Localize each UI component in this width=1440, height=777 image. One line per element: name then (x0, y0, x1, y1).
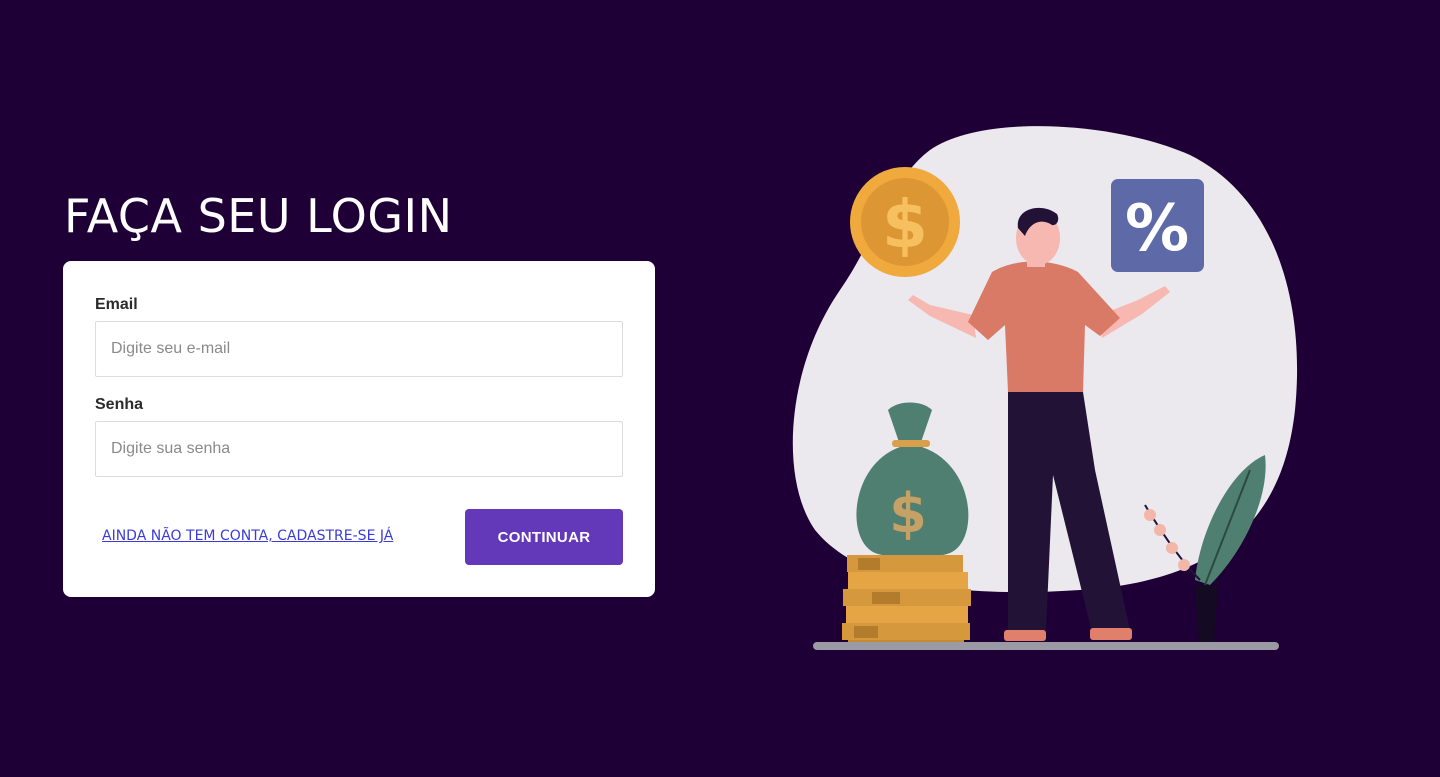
ground-line (813, 642, 1279, 650)
page-title: FAÇA SEU LOGIN (64, 189, 453, 243)
login-page: FAÇA SEU LOGIN Email Senha AINDA NÃO TEM… (0, 0, 1440, 777)
finance-illustration: $ % $ (792, 126, 1298, 650)
password-field[interactable] (95, 421, 623, 477)
bag-symbol: $ (889, 482, 927, 545)
continue-button[interactable]: CONTINUAR (465, 509, 623, 565)
percent-icon: % (1111, 179, 1204, 272)
email-label: Email (95, 296, 138, 313)
coin-symbol: $ (882, 186, 928, 263)
email-field[interactable] (95, 321, 623, 377)
login-card: Email Senha AINDA NÃO TEM CONTA, CADASTR… (63, 261, 655, 597)
coin-icon: $ (850, 167, 960, 277)
signup-link[interactable]: AINDA NÃO TEM CONTA, CADASTRE-SE JÁ (102, 528, 393, 544)
coin-stack-icon (842, 555, 971, 642)
percent-symbol: % (1125, 192, 1189, 266)
password-label: Senha (95, 396, 144, 413)
